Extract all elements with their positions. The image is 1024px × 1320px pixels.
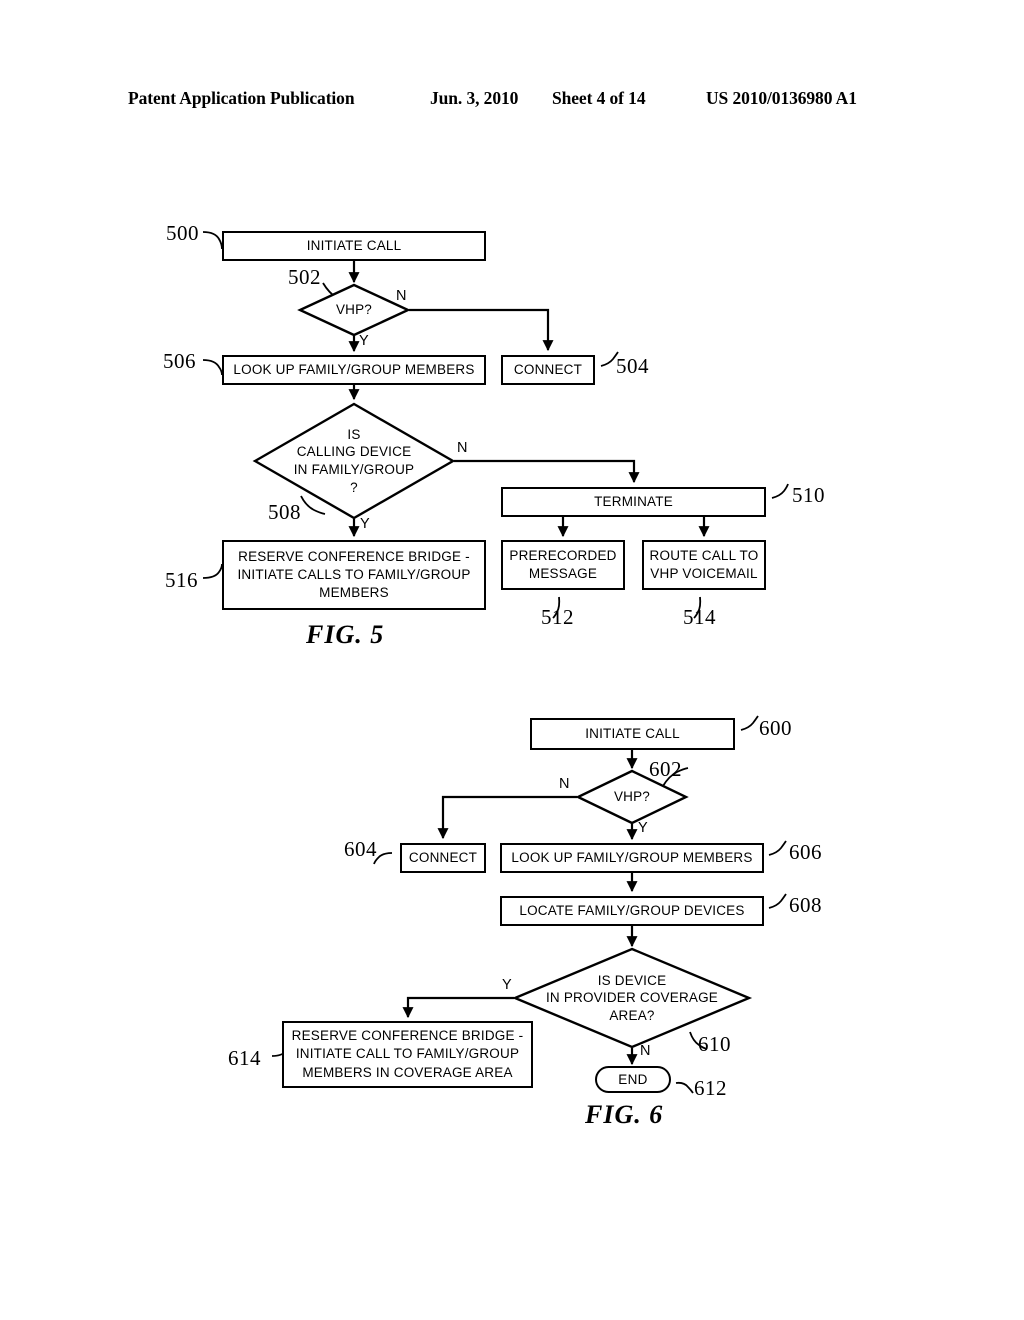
terminator-end-612[interactable]: END	[595, 1066, 671, 1093]
branch-label-610-n: N	[640, 1043, 651, 1059]
connector-lines	[202, 231, 789, 1094]
process-reserve-bridge-614[interactable]: RESERVE CONFERENCE BRIDGE - INITIATE CAL…	[282, 1021, 533, 1088]
figure-caption-6: FIG. 6	[585, 1100, 664, 1129]
process-connect-604[interactable]: CONNECT	[400, 843, 486, 873]
process-prerecorded-message-512[interactable]: PRERECORDED MESSAGE	[501, 540, 625, 590]
node-label: END	[618, 1072, 648, 1087]
process-initiate-call-500[interactable]: INITIATE CALL	[222, 231, 486, 261]
process-initiate-call-600[interactable]: INITIATE CALL	[530, 718, 735, 750]
ref-numeral-512: 512	[541, 605, 574, 629]
node-label: CONNECT	[408, 849, 478, 865]
branch-label-610-y: Y	[502, 977, 512, 993]
ref-numeral-610: 610	[698, 1032, 731, 1056]
ref-numeral-614: 614	[228, 1046, 261, 1070]
ref-numeral-514: 514	[683, 605, 716, 629]
node-label: VHP?	[335, 302, 373, 318]
branch-label-508-y: Y	[360, 516, 370, 532]
process-lookup-members-606[interactable]: LOOK UP FAMILY/GROUP MEMBERS	[500, 843, 764, 873]
node-label: RESERVE CONFERENCE BRIDGE - INITIATE CAL…	[237, 548, 471, 601]
branch-label-602-n: N	[559, 776, 570, 792]
ref-numeral-604: 604	[344, 837, 377, 861]
process-locate-devices-608[interactable]: LOCATE FAMILY/GROUP DEVICES	[500, 896, 764, 926]
branch-label-602-y: Y	[638, 820, 648, 836]
ref-numeral-506: 506	[163, 349, 196, 373]
figure-caption-5: FIG. 5	[306, 620, 385, 649]
node-label: INITIATE CALL	[585, 725, 680, 741]
process-connect-504[interactable]: CONNECT	[501, 355, 595, 385]
branch-label-508-n: N	[457, 440, 468, 456]
ref-numeral-502: 502	[288, 265, 321, 289]
process-lookup-members-506[interactable]: LOOK UP FAMILY/GROUP MEMBERS	[222, 355, 486, 385]
decision-vhp-502[interactable]: VHP?	[297, 283, 411, 337]
ref-numeral-608: 608	[789, 893, 822, 917]
ref-numeral-516: 516	[165, 568, 198, 592]
node-label: LOCATE FAMILY/GROUP DEVICES	[519, 902, 745, 918]
process-reserve-bridge-516[interactable]: RESERVE CONFERENCE BRIDGE - INITIATE CAL…	[222, 540, 486, 610]
ref-numeral-510: 510	[792, 483, 825, 507]
node-label: LOOK UP FAMILY/GROUP MEMBERS	[511, 849, 753, 865]
node-label: PRERECORDED MESSAGE	[509, 547, 617, 581]
node-label: CONNECT	[513, 361, 583, 377]
node-label: TERMINATE	[594, 493, 673, 509]
ref-numeral-508: 508	[268, 500, 301, 524]
branch-label-502-y: Y	[359, 333, 369, 349]
ref-numeral-500: 500	[166, 221, 199, 245]
node-label: ROUTE CALL TO VHP VOICEMAIL	[649, 547, 759, 581]
ref-numeral-606: 606	[789, 840, 822, 864]
node-label: RESERVE CONFERENCE BRIDGE - INITIATE CAL…	[291, 1028, 524, 1080]
ref-numeral-612: 612	[694, 1076, 727, 1100]
ref-numeral-600: 600	[759, 716, 792, 740]
process-route-voicemail-514[interactable]: ROUTE CALL TO VHP VOICEMAIL	[642, 540, 766, 590]
node-label: LOOK UP FAMILY/GROUP MEMBERS	[233, 361, 475, 377]
ref-numeral-504: 504	[616, 354, 649, 378]
node-label: INITIATE CALL	[306, 237, 402, 253]
ref-numeral-602: 602	[649, 757, 682, 781]
drawing-canvas: INITIATE CALL 500 VHP? 502 N Y CONNECT 5…	[0, 0, 1024, 1320]
process-terminate-510[interactable]: TERMINATE	[501, 487, 766, 517]
branch-label-502-n: N	[396, 288, 407, 304]
